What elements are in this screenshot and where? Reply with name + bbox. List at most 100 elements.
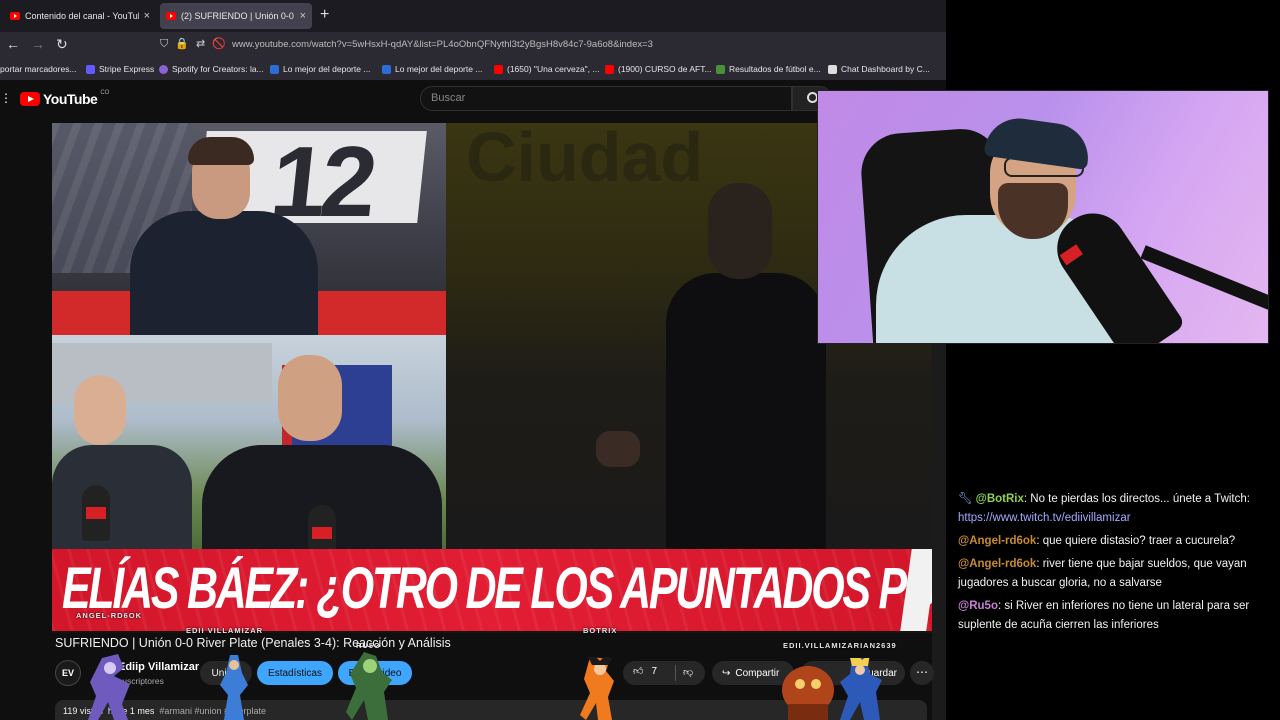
youtube-favicon-icon [10,12,20,20]
bookmark-item[interactable]: Spotify for Creators: la... [159,64,264,74]
bookmark-label: Lo mejor del deporte ... [395,64,483,74]
sports-icon [382,64,391,74]
chat-username: @Angel-rd6ok [958,535,1037,547]
chat-text: : No te pierdas los directos... únete a … [1023,493,1250,505]
stream-chat: 🔧︎ @BotRix: No te pierdas los directos...… [958,490,1270,639]
share-label: Compartir [735,667,780,679]
sprite-character-icon [840,658,882,720]
chat-link[interactable]: https://www.twitch.tv/ediivillamizar [958,512,1131,524]
bookmark-label: (1650) "Una cerveza", ... [507,64,600,74]
thumbs-down-icon: 👎︎ [683,667,694,678]
sprite-character-icon [88,654,130,720]
tab-label: Contenido del canal - YouTube [25,11,139,21]
bookmark-label: Chat Dashboard by C... [841,64,930,74]
new-tab-button[interactable]: + [320,6,329,24]
sprite-character-icon [220,655,248,720]
address-bar[interactable]: www.youtube.com/watch?v=5wHsxH-qdAY&list… [232,39,653,50]
chat-username: @BotRix [975,493,1024,505]
url-security-icons: ⛉🔒⇄🚫 [160,38,233,50]
dislike-button[interactable]: 👎︎ [683,666,693,678]
chat-username: @Angel-rd6ok [958,558,1037,570]
thumbs-up-icon: 👍︎ [633,666,644,677]
dashboard-icon [828,64,837,74]
like-count: 7 [651,665,658,677]
like-dislike-group: 👍︎ 7 👎︎ [623,661,705,685]
youtube-logo[interactable]: YouTube CO [20,90,110,107]
webcam-feed [817,90,1269,344]
anchor-hair [188,137,254,165]
sprite-character-icon [782,666,834,720]
youtube-favicon-icon [166,12,176,20]
video-player[interactable]: 12 Ciudad ELÍAS BÁEZ: ¿OTRO DE LOS APUNT… [52,123,932,633]
chat-message: 🔧︎ @BotRix: No te pierdas los directos...… [958,490,1270,528]
sports-icon [270,64,279,74]
share-arrow-icon: ↪ [722,667,731,679]
youtube-icon [605,64,614,74]
close-tab-icon[interactable]: × [300,10,306,22]
forward-arrow-icon[interactable]: → [31,36,45,52]
chat-message: @Ru5o: si River en inferiores no tiene u… [958,597,1270,635]
bookmark-item[interactable]: (1900) CURSO de AFT... [605,64,712,74]
youtube-wordmark: YouTube [43,91,98,107]
menu-icon[interactable]: ⋮ [0,91,12,105]
tab-bar: Contenido del canal - YouTube × (2) SUFR… [0,0,946,32]
navigation-bar: ← → ↻ ⛉🔒⇄🚫 www.youtube.com/watch?v=5wHsx… [0,32,946,58]
youtube-play-icon [20,92,40,106]
search-input[interactable]: Buscar [420,86,792,111]
more-actions-button[interactable]: ⋯ [910,661,934,685]
venue-sign: Ciudad [466,123,704,196]
bookmark-label: portar marcadores... [0,64,77,74]
youtube-page: ⋮ YouTube CO Buscar 12 Ciudad ELÍAS BÁEZ… [0,80,946,720]
anchor-figure [130,211,318,335]
bookmark-item[interactable]: Lo mejor del deporte ... [270,64,370,74]
youtube-icon [494,64,503,74]
sprite-character-icon [580,657,614,720]
viewer-watermark: BOTRIX [583,626,618,635]
reload-icon[interactable]: ↻ [56,36,68,53]
bookmarks-bar: portar marcadores... Stripe Express Spot… [0,58,946,80]
viewer-watermark: ANGEL-RD6OK [76,611,143,620]
bookmark-item[interactable]: Resultados de fútbol e... [716,64,821,74]
reporter-left [52,365,202,549]
coach-face [708,183,772,279]
bookmark-label: Stripe Express [99,64,155,74]
wrench-icon: 🔧︎ [958,493,973,505]
bookmark-item[interactable]: Stripe Express [86,64,154,74]
microphone-icon [308,505,336,549]
tab-contenido-canal[interactable]: Contenido del canal - YouTube × [4,3,156,29]
back-arrow-icon[interactable]: ← [6,36,20,52]
chat-username: @Ru5o [958,600,998,612]
stripe-icon [86,64,95,74]
chat-text: : si River en inferiores no tiene un lat… [958,600,1250,631]
chat-text: : que quiere distasio? traer a cucurela? [1036,535,1236,547]
chat-message: @Angel-rd6ok: que quiere distasio? traer… [958,532,1270,551]
field-reporters-panel [52,335,446,549]
screen: Contenido del canal - YouTube × (2) SUFR… [0,0,1280,720]
bookmark-item[interactable]: portar marcadores... [0,64,77,74]
bookmark-label: Lo mejor del deporte ... [283,64,371,74]
viewer-watermark: EDII VILLAMIZAR [186,626,264,635]
tab-label: (2) SUFRIENDO | Unión 0-0 River [181,11,295,21]
bookmark-label: (1900) CURSO de AFT... [618,64,712,74]
coach-figure [666,273,826,549]
close-tab-icon[interactable]: × [144,10,150,22]
microphone-icon [82,485,110,541]
viewer-watermark: EDII.VILLAMIZARIAN2639 [783,641,897,650]
bookmark-label: Spotify for Creators: la... [172,64,264,74]
region-code: CO [100,90,110,96]
bookmark-item[interactable]: Lo mejor del deporte ... [382,64,482,74]
bookmark-item[interactable]: Chat Dashboard by C... [828,64,930,74]
headline-banner: ELÍAS BÁEZ: ¿OTRO DE LOS APUNTADOS POR G… [52,549,932,631]
chat-message: @Angel-rd6ok: river tiene que bajar suel… [958,555,1270,593]
football-icon [716,64,725,74]
headline-text: ELÍAS BÁEZ: ¿OTRO DE LOS APUNTADOS POR G… [62,556,932,621]
bookmark-item[interactable]: (1650) "Una cerveza", ... [494,64,600,74]
channel-avatar[interactable]: EV [55,660,81,686]
hashtags: #armani #union #riverplate [159,706,266,716]
sprite-character-icon [346,652,392,720]
like-button[interactable]: 👍︎ 7 [633,665,658,678]
tab-sufriendo[interactable]: (2) SUFRIENDO | Unión 0-0 River × [160,3,312,29]
browser-window: Contenido del canal - YouTube × (2) SUFR… [0,0,946,720]
bookmark-label: Resultados de fútbol e... [729,64,821,74]
stats-button[interactable]: Estadísticas [257,661,333,685]
